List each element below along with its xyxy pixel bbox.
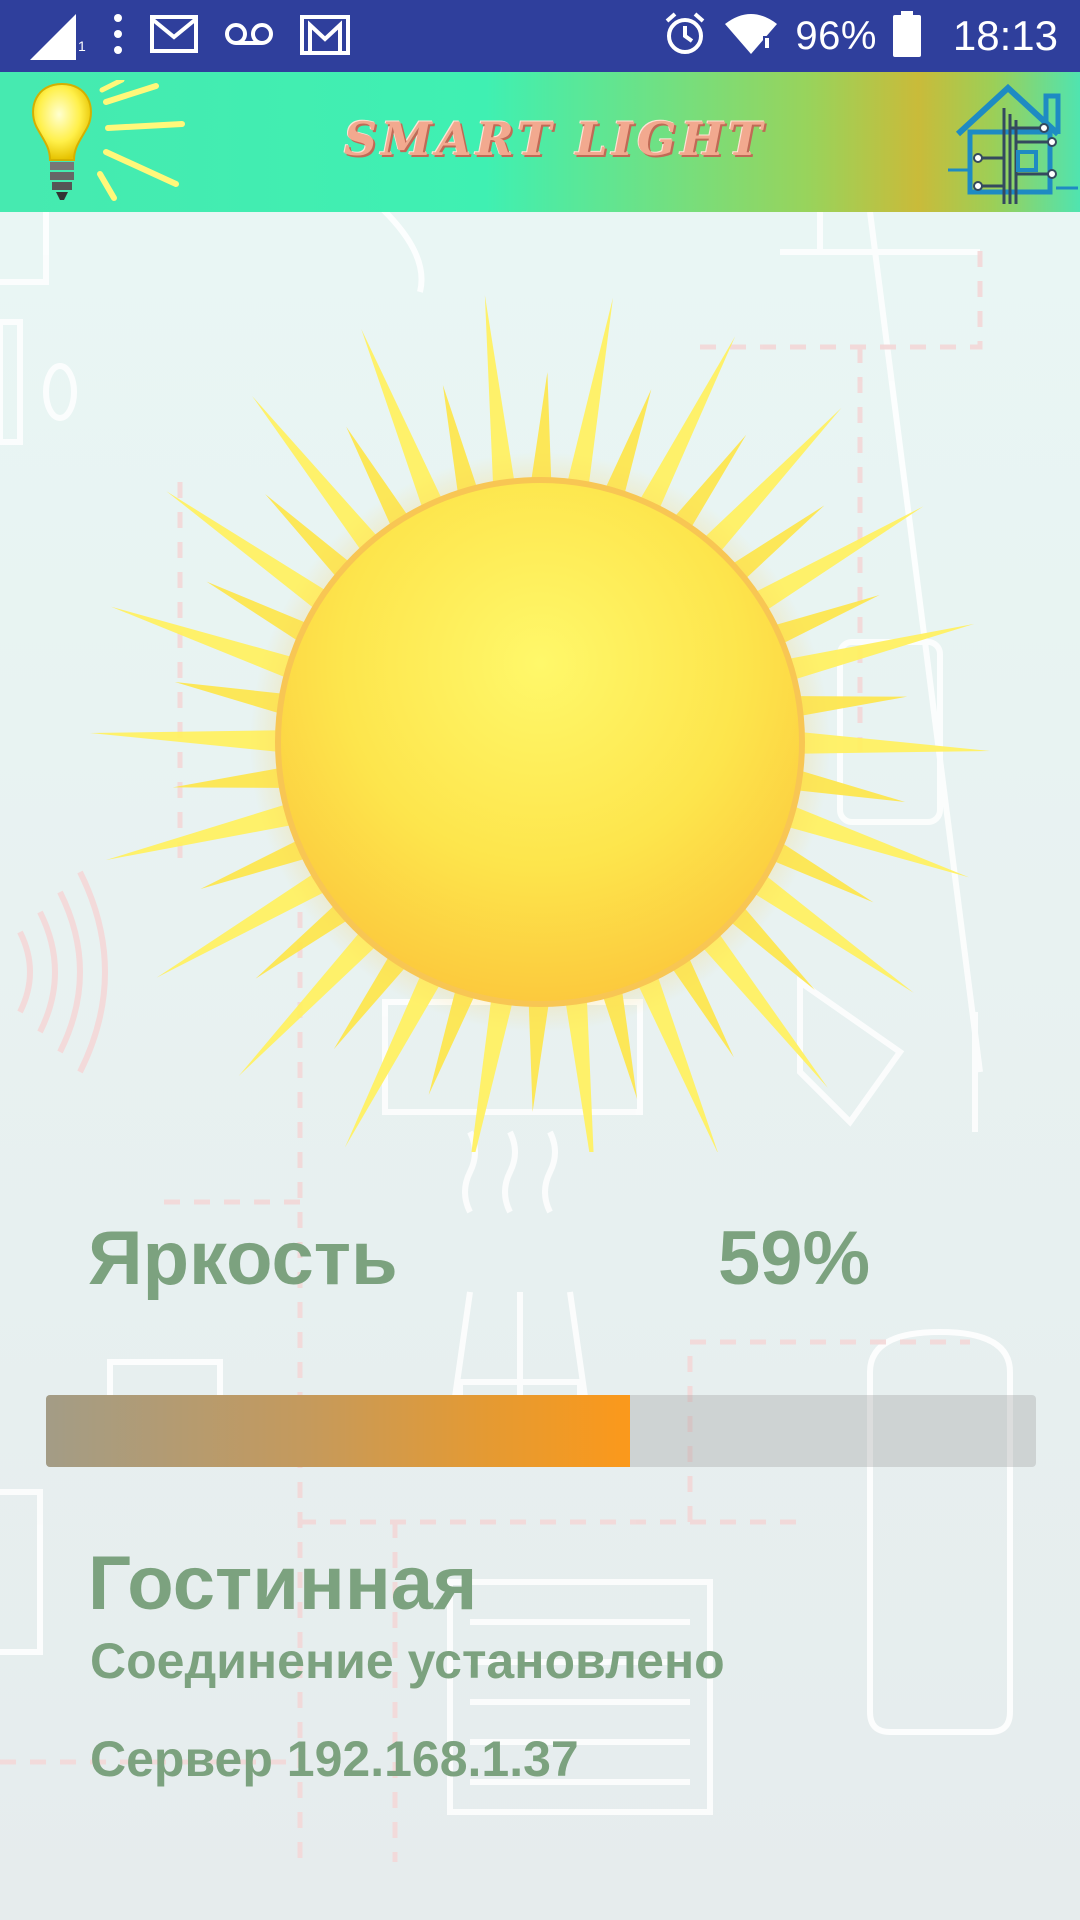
gmail-icon	[300, 13, 350, 60]
alarm-icon	[663, 11, 707, 61]
brightness-label: Яркость	[88, 1216, 398, 1301]
mail-icon	[150, 14, 198, 58]
smart-home-icon[interactable]	[948, 78, 1078, 212]
status-bar: 1 96% 18:13	[0, 0, 1080, 72]
wifi-icon	[723, 12, 779, 61]
app-title: SMART LIGHT	[343, 112, 767, 166]
voicemail-icon	[224, 21, 274, 52]
more-icon	[112, 12, 124, 61]
app-bar: SMART LIGHT	[0, 72, 1080, 212]
clock: 18:13	[952, 12, 1058, 59]
battery-icon	[892, 10, 921, 62]
brightness-slider-fill[interactable]	[46, 1395, 631, 1467]
connection-status: Соединение установлено	[90, 1633, 725, 1689]
lightbulb-icon	[26, 77, 196, 208]
server-address: Сервер 192.168.1.37	[90, 1731, 579, 1787]
brightness-slider[interactable]	[46, 1395, 1036, 1467]
brightness-sun[interactable]	[90, 252, 990, 1152]
signal-icon: 1	[28, 10, 86, 62]
battery-percent: 96%	[795, 13, 877, 58]
brightness-value: 59%	[718, 1216, 871, 1301]
room-name: Гостинная	[88, 1541, 478, 1626]
sim-slot-label: 1	[78, 38, 86, 54]
